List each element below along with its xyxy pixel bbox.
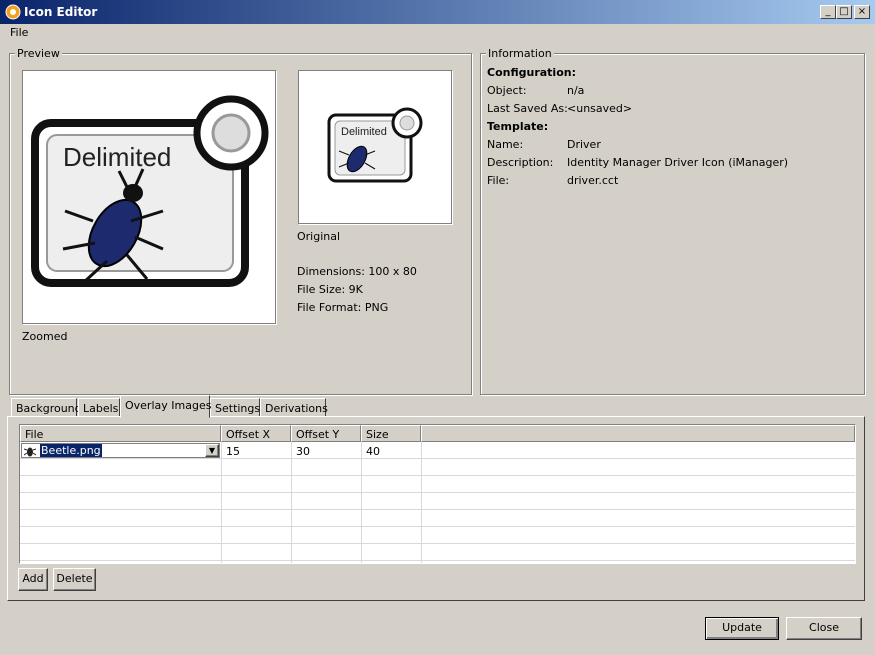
empty-table-row	[20, 476, 855, 493]
delete-button[interactable]: Delete	[53, 568, 96, 591]
dimensions-text: Dimensions: 100 x 80	[297, 265, 417, 278]
configuration-heading: Configuration:	[487, 66, 576, 79]
name-value: Driver	[567, 138, 601, 151]
column-header-filler	[421, 425, 855, 442]
object-label: Object:	[487, 84, 527, 97]
original-icon-image: Delimited	[327, 107, 423, 183]
object-value: n/a	[567, 84, 585, 97]
close-button[interactable]: Close	[786, 617, 862, 640]
zoomed-label: Zoomed	[22, 330, 68, 343]
close-icon: ×	[857, 6, 867, 17]
file-format-text: File Format: PNG	[297, 301, 389, 314]
empty-table-row	[20, 459, 855, 476]
close-window-button[interactable]: ×	[854, 5, 870, 19]
window-title: Icon Editor	[24, 5, 98, 19]
column-header-size[interactable]: Size	[361, 425, 421, 442]
update-button[interactable]: Update	[705, 617, 779, 640]
empty-table-row	[20, 527, 855, 544]
column-header-file[interactable]: File	[20, 425, 221, 442]
tab-labels[interactable]: Labels	[78, 398, 120, 417]
file-combobox[interactable]: Beetle.png ▼	[21, 443, 220, 458]
empty-table-row	[20, 510, 855, 527]
file-value: driver.cct	[567, 174, 619, 187]
last-saved-label: Last Saved As:	[487, 102, 568, 115]
zoomed-icon-image: Delimited	[31, 95, 269, 287]
tab-background[interactable]: Background	[11, 398, 82, 417]
template-heading: Template:	[487, 120, 549, 133]
file-label: File:	[487, 174, 510, 187]
empty-table-row	[20, 544, 855, 561]
preview-legend: Preview	[15, 47, 62, 60]
add-button[interactable]: Add	[18, 568, 48, 591]
tab-overlay-images[interactable]: Overlay Images	[120, 395, 211, 418]
zoomed-icon-text: Delimited	[63, 142, 171, 172]
maximize-icon: □	[839, 6, 849, 17]
original-icon-text: Delimited	[341, 126, 387, 138]
menu-file[interactable]: File	[10, 26, 28, 39]
overlay-table: File Offset X Offset Y Size Beetle.png ▼…	[19, 424, 856, 564]
original-label: Original	[297, 230, 341, 243]
minimize-icon: _	[825, 6, 831, 17]
column-header-offset-x[interactable]: Offset X	[221, 425, 291, 442]
title-bar: Icon Editor _ □ ×	[0, 0, 875, 24]
information-legend: Information	[486, 47, 554, 60]
dropdown-button[interactable]: ▼	[205, 444, 219, 457]
menu-bar: File	[0, 24, 875, 42]
table-row[interactable]: Beetle.png ▼ 15 30 40	[20, 442, 855, 459]
original-preview: Delimited	[298, 70, 452, 224]
maximize-button[interactable]: □	[836, 5, 852, 19]
name-label: Name:	[487, 138, 524, 151]
empty-table-row	[20, 493, 855, 510]
beetle-file-icon	[24, 447, 36, 457]
minimize-button[interactable]: _	[820, 5, 836, 19]
chevron-down-icon: ▼	[208, 446, 216, 455]
last-saved-value: <unsaved>	[567, 102, 633, 115]
file-size-text: File Size: 9K	[297, 283, 363, 296]
app-icon	[5, 4, 21, 20]
column-header-offset-y[interactable]: Offset Y	[291, 425, 361, 442]
tab-derivations[interactable]: Derivations	[260, 398, 328, 417]
tab-settings[interactable]: Settings	[210, 398, 260, 417]
file-combobox-value[interactable]: Beetle.png	[40, 444, 102, 457]
description-label: Description:	[487, 156, 554, 169]
zoomed-preview: Delimited	[22, 70, 276, 324]
description-value: Identity Manager Driver Icon (iManager)	[567, 156, 789, 169]
